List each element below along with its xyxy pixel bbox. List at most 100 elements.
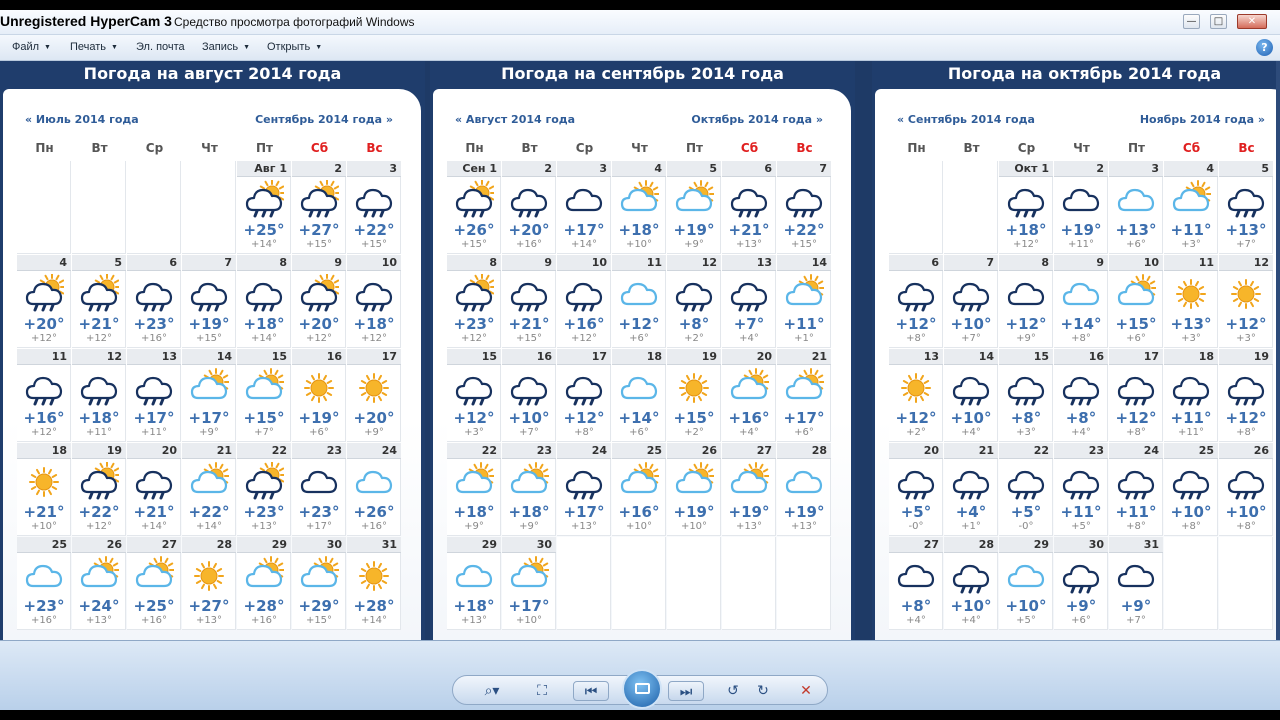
day-cell[interactable]: 29 +18° +13° (447, 537, 501, 630)
day-cell[interactable]: 10 +18° +12° (347, 255, 401, 348)
help-icon[interactable]: ? (1256, 39, 1273, 56)
day-cell[interactable]: 6 +23° +16° (127, 255, 181, 348)
next-month-link[interactable]: Ноябрь 2014 года » (1140, 113, 1265, 126)
day-cell[interactable]: 3 +13° +6° (1109, 161, 1163, 254)
day-cell[interactable]: 28 +10° +4° (944, 537, 998, 630)
day-cell[interactable]: 31 +9° +7° (1109, 537, 1163, 630)
day-cell[interactable]: 9 +21° +15° (502, 255, 556, 348)
day-cell[interactable]: 6 +21° +13° (722, 161, 776, 254)
day-cell[interactable]: 31 +28° +14° (347, 537, 401, 630)
day-cell[interactable]: 3 +22° +15° (347, 161, 401, 254)
day-cell[interactable]: 10 +15° +6° (1109, 255, 1163, 348)
prev-month-link[interactable]: « Июль 2014 года (25, 113, 139, 126)
day-cell[interactable]: 9 +14° +8° (1054, 255, 1108, 348)
day-cell[interactable]: 30 +29° +15° (292, 537, 346, 630)
menu-email[interactable]: Эл. почта (136, 41, 185, 53)
day-cell[interactable]: 13 +12° +2° (889, 349, 943, 442)
day-cell[interactable]: 6 +12° +8° (889, 255, 943, 348)
day-cell[interactable]: 24 +26° +16° (347, 443, 401, 536)
day-cell[interactable]: 14 +17° +9° (182, 349, 236, 442)
maximize-button[interactable]: □ (1210, 14, 1227, 29)
day-cell[interactable]: 4 +20° +12° (17, 255, 71, 348)
delete-button[interactable]: ✕ (793, 681, 819, 701)
day-cell[interactable]: 5 +13° +7° (1219, 161, 1273, 254)
day-cell[interactable]: 23 +23° +17° (292, 443, 346, 536)
day-cell[interactable]: 26 +10° +8° (1219, 443, 1273, 536)
day-cell[interactable]: 25 +16° +10° (612, 443, 666, 536)
day-cell[interactable]: 21 +22° +14° (182, 443, 236, 536)
previous-button[interactable]: ⏮ (573, 681, 609, 701)
day-cell[interactable]: Сен 1 +26° +15° (447, 161, 501, 254)
day-cell[interactable]: 12 +18° +11° (72, 349, 126, 442)
day-cell[interactable]: 15 +8° +3° (999, 349, 1053, 442)
prev-month-link[interactable]: « Сентябрь 2014 года (897, 113, 1035, 126)
prev-month-link[interactable]: « Август 2014 года (455, 113, 575, 126)
day-cell[interactable]: 29 +28° +16° (237, 537, 291, 630)
day-cell[interactable]: Окт 1 +18° +12° (999, 161, 1053, 254)
day-cell[interactable]: 8 +18° +14° (237, 255, 291, 348)
slideshow-button[interactable] (622, 669, 662, 709)
day-cell[interactable]: 23 +18° +9° (502, 443, 556, 536)
day-cell[interactable]: 28 +27° +13° (182, 537, 236, 630)
day-cell[interactable]: 2 +19° +11° (1054, 161, 1108, 254)
day-cell[interactable]: 13 +7° +4° (722, 255, 776, 348)
day-cell[interactable]: 23 +11° +5° (1054, 443, 1108, 536)
day-cell[interactable]: 7 +22° +15° (777, 161, 831, 254)
menu-print[interactable]: Печать ▼ (70, 41, 118, 53)
day-cell[interactable]: 22 +23° +13° (237, 443, 291, 536)
day-cell[interactable]: 14 +10° +4° (944, 349, 998, 442)
day-cell[interactable]: 17 +12° +8° (1109, 349, 1163, 442)
day-cell[interactable]: 22 +18° +9° (447, 443, 501, 536)
day-cell[interactable]: 4 +11° +3° (1164, 161, 1218, 254)
day-cell[interactable]: 21 +4° +1° (944, 443, 998, 536)
day-cell[interactable]: 11 +16° +12° (17, 349, 71, 442)
fit-window-button[interactable]: ⛶ (529, 681, 555, 701)
day-cell[interactable]: 18 +14° +6° (612, 349, 666, 442)
day-cell[interactable]: 18 +11° +11° (1164, 349, 1218, 442)
day-cell[interactable]: 20 +5° -0° (889, 443, 943, 536)
day-cell[interactable]: 4 +18° +10° (612, 161, 666, 254)
day-cell[interactable]: 16 +8° +4° (1054, 349, 1108, 442)
day-cell[interactable]: 16 +19° +6° (292, 349, 346, 442)
day-cell[interactable]: 30 +9° +6° (1054, 537, 1108, 630)
next-month-link[interactable]: Сентябрь 2014 года » (255, 113, 393, 126)
day-cell[interactable]: 28 +19° +13° (777, 443, 831, 536)
day-cell[interactable]: 12 +8° +2° (667, 255, 721, 348)
day-cell[interactable]: 10 +16° +12° (557, 255, 611, 348)
day-cell[interactable]: 16 +10° +7° (502, 349, 556, 442)
day-cell[interactable]: 21 +17° +6° (777, 349, 831, 442)
day-cell[interactable]: 3 +17° +14° (557, 161, 611, 254)
day-cell[interactable]: 11 +12° +6° (612, 255, 666, 348)
day-cell[interactable]: 27 +8° +4° (889, 537, 943, 630)
rotate-right-button[interactable]: ↻ (751, 681, 775, 701)
day-cell[interactable]: 2 +27° +15° (292, 161, 346, 254)
day-cell[interactable]: 29 +10° +5° (999, 537, 1053, 630)
day-cell[interactable]: 13 +17° +11° (127, 349, 181, 442)
day-cell[interactable]: 8 +23° +12° (447, 255, 501, 348)
menu-open[interactable]: Открыть ▼ (267, 41, 322, 53)
menu-file[interactable]: Файл ▼ (12, 41, 51, 53)
day-cell[interactable]: 17 +20° +9° (347, 349, 401, 442)
day-cell[interactable]: 11 +13° +3° (1164, 255, 1218, 348)
day-cell[interactable]: 7 +19° +15° (182, 255, 236, 348)
day-cell[interactable]: 5 +19° +9° (667, 161, 721, 254)
day-cell[interactable]: 26 +24° +13° (72, 537, 126, 630)
day-cell[interactable]: 18 +21° +10° (17, 443, 71, 536)
menu-burn[interactable]: Запись ▼ (202, 41, 250, 53)
day-cell[interactable]: 2 +20° +16° (502, 161, 556, 254)
day-cell[interactable]: 19 +12° +8° (1219, 349, 1273, 442)
day-cell[interactable]: 8 +12° +9° (999, 255, 1053, 348)
day-cell[interactable]: 30 +17° +10° (502, 537, 556, 630)
day-cell[interactable]: 7 +10° +7° (944, 255, 998, 348)
day-cell[interactable]: 25 +10° +8° (1164, 443, 1218, 536)
next-button[interactable]: ⏭ (668, 681, 704, 701)
day-cell[interactable]: 5 +21° +12° (72, 255, 126, 348)
day-cell[interactable]: 27 +25° +16° (127, 537, 181, 630)
day-cell[interactable]: 19 +15° +2° (667, 349, 721, 442)
day-cell[interactable]: 24 +17° +13° (557, 443, 611, 536)
day-cell[interactable]: Авг 1 +25° +14° (237, 161, 291, 254)
minimize-button[interactable]: — (1183, 14, 1200, 29)
day-cell[interactable]: 25 +23° +16° (17, 537, 71, 630)
day-cell[interactable]: 12 +12° +3° (1219, 255, 1273, 348)
next-month-link[interactable]: Октябрь 2014 года » (691, 113, 823, 126)
